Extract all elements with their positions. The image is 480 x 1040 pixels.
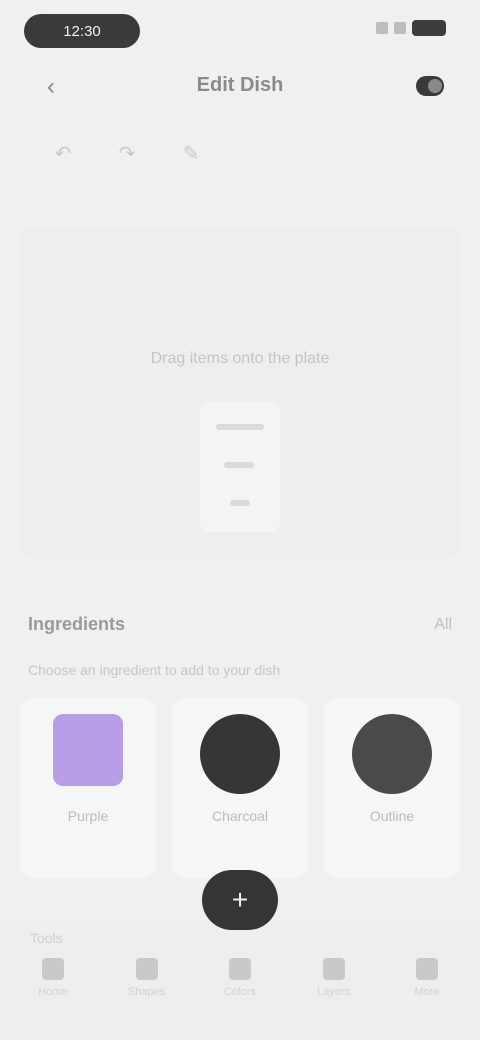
tab-colors[interactable]: Colors [217, 958, 263, 998]
see-all-link[interactable]: All [434, 616, 452, 634]
preview-line [224, 462, 254, 468]
edit-toolbar: ↶ ↷ ✎ [50, 140, 204, 166]
toggle-icon[interactable] [410, 68, 450, 104]
card-label: Outline [369, 808, 415, 824]
tab-label: Colors [224, 986, 256, 998]
status-time: 12:30 [24, 14, 140, 48]
preview-line [230, 500, 250, 506]
home-icon [42, 958, 64, 980]
chevron-left-icon[interactable]: ‹ [36, 72, 66, 102]
app-header: ‹ Edit Dish [0, 60, 480, 116]
card-label: Charcoal [211, 808, 269, 824]
layers-icon [322, 958, 345, 980]
bottom-label: Tools [30, 930, 63, 946]
brush-icon[interactable]: ✎ [178, 140, 204, 166]
tab-home[interactable]: Home [30, 958, 76, 998]
page-title: Edit Dish [196, 74, 284, 96]
signal-icon [376, 22, 388, 34]
menu-icon [416, 958, 438, 980]
tab-shapes[interactable]: Shapes [124, 958, 170, 998]
circle-outline-icon [352, 714, 432, 794]
wifi-icon [394, 22, 406, 34]
ingredients-section: Ingredients All [28, 606, 452, 646]
section-title: Ingredients [28, 614, 126, 634]
circle-filled-icon [200, 714, 280, 794]
add-button[interactable]: + [202, 870, 278, 930]
ingredient-cards: Purple Charcoal Outline [20, 698, 460, 878]
undo-icon[interactable]: ↶ [50, 140, 76, 166]
tab-more[interactable]: More [404, 958, 450, 998]
ingredient-card[interactable]: Outline [324, 698, 460, 878]
palette-icon [229, 958, 251, 980]
color-swatch-icon [53, 714, 123, 786]
ingredient-card[interactable]: Purple [20, 698, 156, 878]
shapes-icon [135, 958, 158, 980]
tab-label: Home [38, 986, 68, 998]
tab-label: Shapes [127, 986, 166, 998]
redo-icon[interactable]: ↷ [114, 140, 140, 166]
section-subtitle: Choose an ingredient to add to your dish [28, 662, 281, 678]
preview-line [216, 424, 264, 430]
status-bar: 12:30 [0, 0, 480, 60]
bottom-panel: Tools Home Shapes Colors Layers More [0, 920, 480, 1040]
bottom-tabs: Home Shapes Colors Layers More [30, 958, 450, 998]
status-icons [376, 20, 446, 36]
ingredient-card[interactable]: Charcoal [172, 698, 308, 878]
tab-layers[interactable]: Layers [311, 958, 357, 998]
canvas-preview [200, 402, 280, 532]
battery-icon [412, 20, 446, 36]
tab-label: Layers [316, 986, 351, 998]
tab-label: More [414, 986, 440, 998]
canvas-plate: Drag items onto the plate [50, 272, 430, 532]
canvas-hint: Drag items onto the plate [150, 350, 330, 367]
card-label: Purple [67, 808, 109, 824]
drawing-canvas[interactable]: Drag items onto the plate [20, 228, 460, 558]
